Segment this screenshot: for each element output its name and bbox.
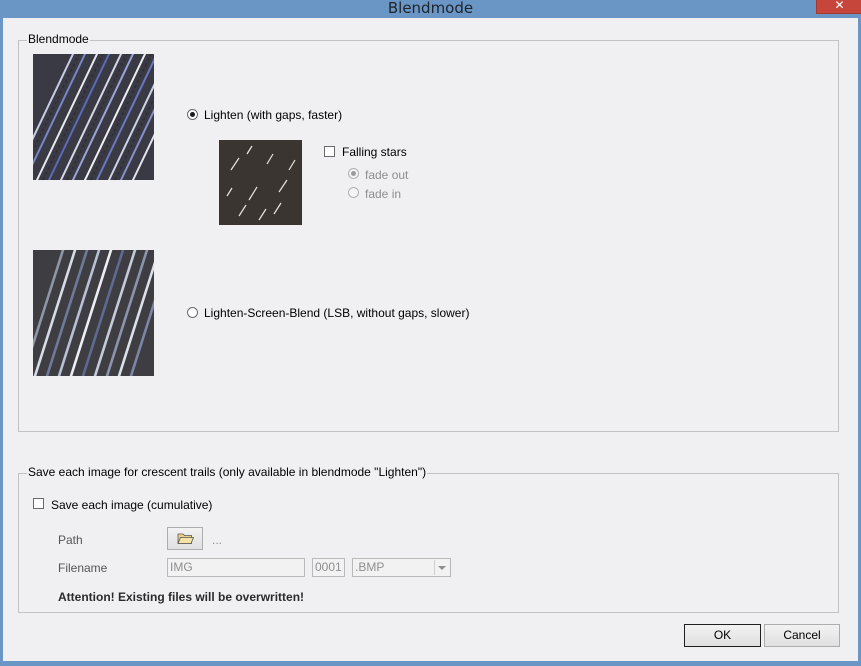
dialog-client-area: Blendmode Lighten (with gaps, faster) Fa…	[3, 18, 858, 661]
ok-button[interactable]: OK	[684, 624, 761, 647]
fade-out-radio[interactable]	[348, 168, 359, 179]
filename-number-field[interactable]: 0001	[312, 558, 345, 577]
lighten-radio[interactable]	[187, 109, 198, 120]
filename-extension-value: .BMP	[355, 560, 385, 574]
title-bar[interactable]: Blendmode ✕	[0, 0, 861, 18]
fade-out-label[interactable]: fade out	[365, 168, 408, 182]
chevron-down-icon[interactable]	[434, 560, 449, 575]
dialog-window: Blendmode ✕ Blendmode Lighten (with gaps…	[0, 0, 861, 666]
lighten-radio-label[interactable]: Lighten (with gaps, faster)	[204, 108, 342, 122]
save-each-image-label[interactable]: Save each image (cumulative)	[51, 498, 212, 512]
falling-stars-preview-image	[219, 140, 302, 225]
save-each-image-checkbox[interactable]	[33, 498, 44, 509]
lsb-radio[interactable]	[187, 307, 198, 318]
lsb-preview-image	[33, 250, 154, 376]
overwrite-warning: Attention! Existing files will be overwr…	[58, 590, 305, 604]
filename-label: Filename	[58, 561, 108, 575]
close-icon: ✕	[834, 0, 845, 12]
falling-stars-checkbox[interactable]	[324, 146, 335, 157]
folder-open-icon	[177, 533, 195, 544]
save-images-group-legend: Save each image for crescent trails (onl…	[27, 465, 428, 479]
fade-in-radio[interactable]	[348, 187, 359, 198]
lsb-radio-label[interactable]: Lighten-Screen-Blend (LSB, without gaps,…	[204, 306, 469, 320]
browse-folder-button[interactable]	[167, 527, 203, 550]
close-button[interactable]: ✕	[816, 0, 861, 14]
filename-prefix-field[interactable]: IMG	[167, 558, 305, 577]
filename-extension-select[interactable]: .BMP	[352, 558, 451, 577]
cancel-button[interactable]: Cancel	[764, 624, 840, 647]
path-label: Path	[58, 533, 83, 547]
lighten-preview-image	[33, 54, 154, 180]
blendmode-group-legend: Blendmode	[27, 32, 90, 46]
fade-in-label[interactable]: fade in	[365, 187, 401, 201]
falling-stars-label[interactable]: Falling stars	[342, 145, 407, 159]
path-value: ...	[212, 533, 223, 547]
window-title: Blendmode	[387, 0, 474, 17]
